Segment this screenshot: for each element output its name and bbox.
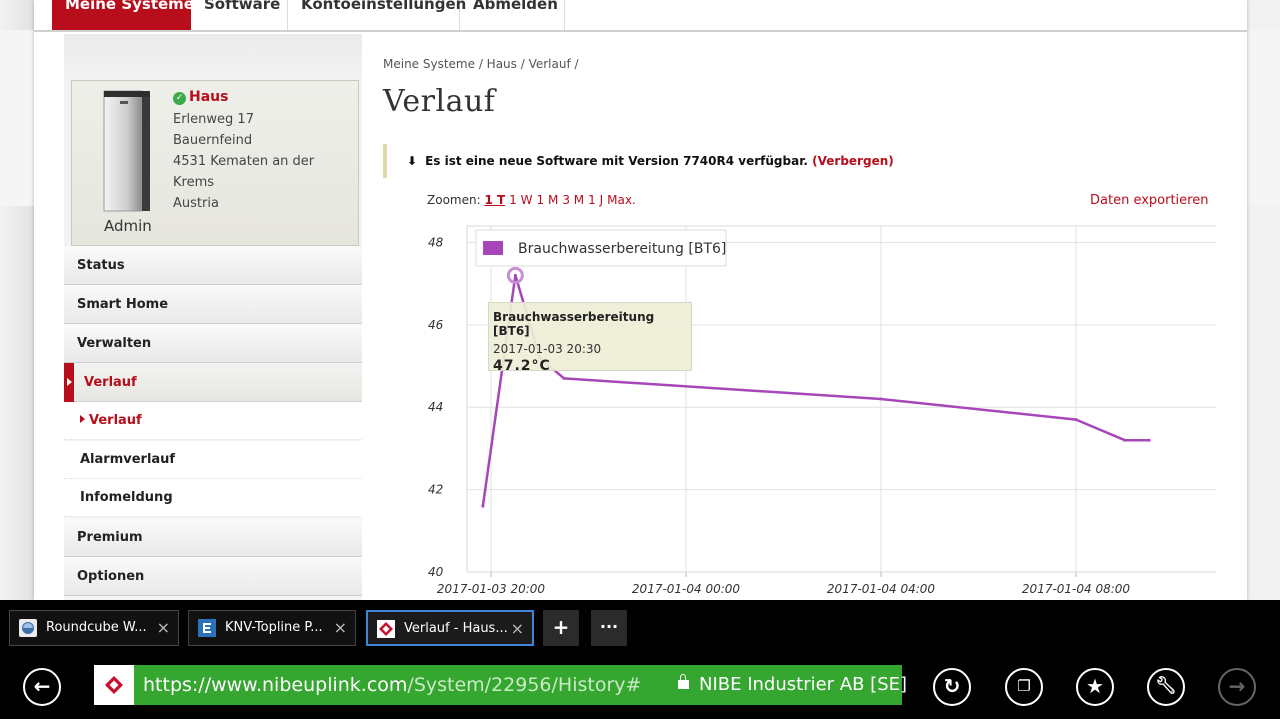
x-tick-label: 2017-01-03 20:00 [437,582,546,596]
system-name[interactable]: ✓ Haus [173,89,228,105]
browser-address-bar: ← https://www.nibeuplink.com/System/2295… [0,656,1280,719]
tooltip-series: Brauchwasserbereitung [BT6] [493,310,655,338]
nav-tab-abmelden[interactable]: Abmelden [460,0,565,30]
favorites-button[interactable]: ★ [1076,668,1114,706]
sidebar-subitem-verlauf[interactable]: Verlauf [64,402,362,440]
lock-icon [678,674,689,689]
sidebar-item-optionen[interactable]: Optionen [64,557,362,596]
sidebar-item-verlauf[interactable]: Verlauf [64,363,362,402]
close-tab-icon[interactable]: × [157,611,170,645]
data-point [562,376,566,380]
sidebar-subitem-infomeldung[interactable]: Infomeldung [64,479,362,517]
nav-tab-kontoeinstellungen[interactable]: Kontoeinstellungen [288,0,466,30]
web-page: Meine Systeme Software Kontoeinstellunge… [0,0,1280,600]
tab-options-button[interactable]: ··· [591,610,627,646]
top-navigation: Meine Systeme Software Kontoeinstellunge… [34,0,1247,32]
url-field[interactable]: https://www.nibeuplink.com/System/22956/… [94,665,907,705]
sidebar-item-status[interactable]: Status [64,246,362,285]
browser-tab-verlauf[interactable]: Verlauf - Haus... × [366,610,534,646]
hide-notice-link[interactable]: (Verbergen) [812,154,894,168]
browser-tab-roundcube[interactable]: Roundcube W... × [9,610,179,646]
y-tick-label: 48 [428,235,444,249]
download-icon: ⬇ [407,154,418,168]
tools-wrench-button[interactable]: 🔧︎ [1147,668,1185,706]
sidebar-item-smart-home[interactable]: Smart Home [64,285,362,324]
tooltip-time: 2017-01-03 20:30 [493,342,602,356]
back-button[interactable]: ← [23,668,61,706]
knv-favicon [198,619,216,637]
site-favicon [94,665,134,705]
y-tick-label: 42 [428,483,443,497]
browser-tab-bar: Roundcube W... × KNV-Topline P... × Verlau… [0,600,1280,656]
close-tab-icon[interactable]: × [334,611,347,645]
history-chart[interactable]: 40 42 44 46 48 2017-01-03 20:00 2017-01-04 00:… [376,220,1216,600]
zoom-1-month[interactable]: 1 M [537,193,559,207]
zoom-1-week[interactable]: 1 W [509,193,532,207]
breadcrumb[interactable]: Meine Systeme / Haus / Verlauf / [383,57,579,71]
data-point [879,397,883,401]
tooltip-value: 47.2°C [493,358,551,374]
data-point [481,504,485,508]
sidebar-subitem-alarmverlauf[interactable]: Alarmverlauf [64,441,362,479]
zoom-1-day[interactable]: 1 T [484,193,505,207]
new-tab-button[interactable]: + [543,610,579,646]
legend-swatch [483,241,503,255]
software-update-notice: ⬇ Es ist eine neue Software mit Version 7… [383,144,1083,178]
chart-tooltip: Brauchwasserbereitung [BT6] 2017-01-03 2… [488,302,692,374]
status-ok-icon: ✓ [173,92,186,105]
zoom-1-year[interactable]: 1 J [588,193,603,207]
plot-area [466,225,1216,573]
data-point [513,273,517,277]
zoom-label: Zoomen: [427,193,481,207]
browser-tab-knv-topline[interactable]: KNV-Topline P... × [188,610,356,646]
system-card[interactable]: Admin ✓ Haus Erlenweg 17 Bauernfeind 4531… [71,80,359,246]
zoom-bar: Zoomen: 1 T 1 W 1 M3 M 1 J Max. [427,193,640,207]
x-tick-label: 2017-01-04 04:00 [827,582,936,596]
roundcube-favicon [19,619,37,637]
page-title: Verlauf [383,84,496,119]
x-tick-label: 2017-01-04 00:00 [632,582,741,596]
certificate-info[interactable]: NIBE Industrier AB [SE] [678,665,907,705]
data-point [1147,438,1151,442]
refresh-button[interactable]: ↻ [933,668,971,706]
zoom-3-months[interactable]: 3 M [562,193,584,207]
sidebar-item-premium[interactable]: Premium [64,518,362,557]
nav-tab-meine-systeme[interactable]: Meine Systeme [52,0,194,30]
tabs-overview-button[interactable]: ❐ [1005,668,1043,706]
nibe-favicon [377,620,395,638]
y-tick-label: 44 [428,400,443,414]
page-container: Meine Systeme Software Kontoeinstellunge… [34,0,1247,600]
forward-button[interactable]: → [1218,668,1256,706]
sidebar-item-verwalten[interactable]: Verwalten [64,324,362,363]
x-tick-label: 2017-01-04 08:00 [1022,582,1131,596]
zoom-max[interactable]: Max. [607,193,636,207]
url-text[interactable]: https://www.nibeuplink.com/System/22956/… [143,665,641,705]
legend-label: Brauchwasserbereitung [BT6] [518,241,726,257]
caret-right-icon [80,415,85,423]
close-tab-icon[interactable]: × [511,612,524,646]
data-point [1123,438,1127,442]
user-role: Admin [104,217,152,235]
y-tick-label: 46 [428,318,444,332]
data-point [1074,418,1078,422]
export-data-link[interactable]: Daten exportieren [1090,193,1208,208]
y-tick-label: 40 [428,565,444,579]
heat-pump-image [103,90,150,212]
sidebar: Admin ✓ Haus Erlenweg 17 Bauernfeind 4531… [64,34,362,600]
nav-tab-software[interactable]: Software [191,0,288,30]
system-address: Erlenweg 17 Bauernfeind 4531 Kematen an … [173,112,315,211]
